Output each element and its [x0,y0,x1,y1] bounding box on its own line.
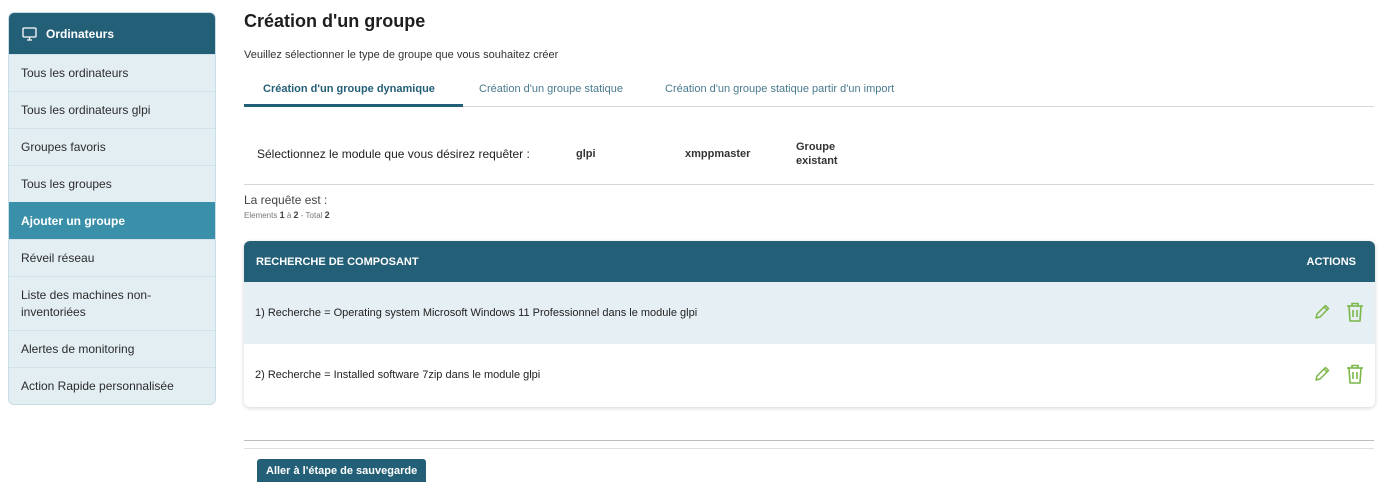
sidebar-item-uninventoried-machines[interactable]: Liste des machines non-inventoriées [9,276,215,330]
sidebar-item-all-computers-glpi[interactable]: Tous les ordinateurs glpi [9,91,215,128]
column-header-component: RECHERCHE DE COMPOSANT [256,256,419,268]
module-option-glpi[interactable]: glpi [576,148,596,160]
tab-bar: Création d'un groupe dynamique Création … [244,76,1374,107]
sidebar-item-label: Alertes de monitoring [21,342,135,356]
sidebar-item-label: Réveil réseau [21,251,95,265]
sidebar-item-wake-on-lan[interactable]: Réveil réseau [9,239,215,276]
module-select-label: Sélectionnez le module que vous désirez … [257,147,530,161]
module-option-existing-group[interactable]: Groupe existant [796,140,856,168]
page-title: Création d'un groupe [244,11,426,31]
pencil-icon[interactable] [1313,365,1331,383]
sidebar-item-label: Liste des machines non-inventoriées [21,287,152,319]
sidebar: Ordinateurs Tous les ordinateurs Tous le… [8,12,216,405]
sidebar-item-label: Tous les ordinateurs [21,66,129,80]
elements-to: 2 [293,210,299,220]
sidebar-item-label: Tous les ordinateurs glpi [21,103,151,117]
table-header: RECHERCHE DE COMPOSANT ACTIONS [244,241,1375,282]
row-text: 1) Recherche = Operating system Microsof… [255,307,698,319]
trash-icon[interactable] [1345,301,1365,323]
trash-icon[interactable] [1345,363,1365,385]
sidebar-item-all-computers[interactable]: Tous les ordinateurs [9,54,215,91]
tab-static-group[interactable]: Création d'un groupe statique [479,83,623,95]
module-option-xmppmaster[interactable]: xmppmaster [685,148,750,160]
divider [244,440,1374,441]
tab-dynamic-group[interactable]: Création d'un groupe dynamique [263,83,435,95]
elements-total: 2 [324,210,330,220]
active-tab-indicator [244,104,463,107]
tab-static-group-import[interactable]: Création d'un groupe statique partir d'u… [665,83,894,95]
sidebar-item-custom-quick-action[interactable]: Action Rapide personnalisée [9,367,215,404]
sidebar-item-all-groups[interactable]: Tous les groupes [9,165,215,202]
request-label: La requête est : [244,193,328,207]
row-text: 2) Recherche = Installed software 7zip d… [255,369,541,381]
sidebar-header[interactable]: Ordinateurs [9,13,215,54]
divider [244,448,1374,449]
pagination-info: Elements 1 à 2 - Total 2 [244,210,330,220]
sidebar-item-label: Action Rapide personnalisée [21,379,174,393]
sidebar-item-label: Groupes favoris [21,140,106,154]
sidebar-item-label: Ajouter un groupe [21,214,125,228]
sidebar-item-favorite-groups[interactable]: Groupes favoris [9,128,215,165]
monitor-icon [22,26,37,41]
elements-total-label: - Total [300,211,323,220]
table-row: 2) Recherche = Installed software 7zip d… [244,344,1375,406]
sidebar-item-label: Tous les groupes [21,177,112,191]
table-row: 1) Recherche = Operating system Microsof… [244,282,1375,344]
module-selector: Sélectionnez le module que vous désirez … [244,127,1374,185]
page-subtitle: Veuillez sélectionner le type de groupe … [244,49,559,61]
criteria-table: RECHERCHE DE COMPOSANT ACTIONS 1) Recher… [244,241,1375,407]
sidebar-item-add-group[interactable]: Ajouter un groupe [9,202,215,239]
elements-from: 1 [279,210,285,220]
sidebar-header-label: Ordinateurs [46,26,115,41]
save-step-button[interactable]: Aller à l'étape de sauvegarde [257,459,427,482]
column-header-actions: ACTIONS [1306,256,1357,268]
elements-prefix: Elements [244,211,278,220]
pencil-icon[interactable] [1313,303,1331,321]
elements-sep: à [286,211,292,220]
sidebar-item-monitoring-alerts[interactable]: Alertes de monitoring [9,330,215,367]
